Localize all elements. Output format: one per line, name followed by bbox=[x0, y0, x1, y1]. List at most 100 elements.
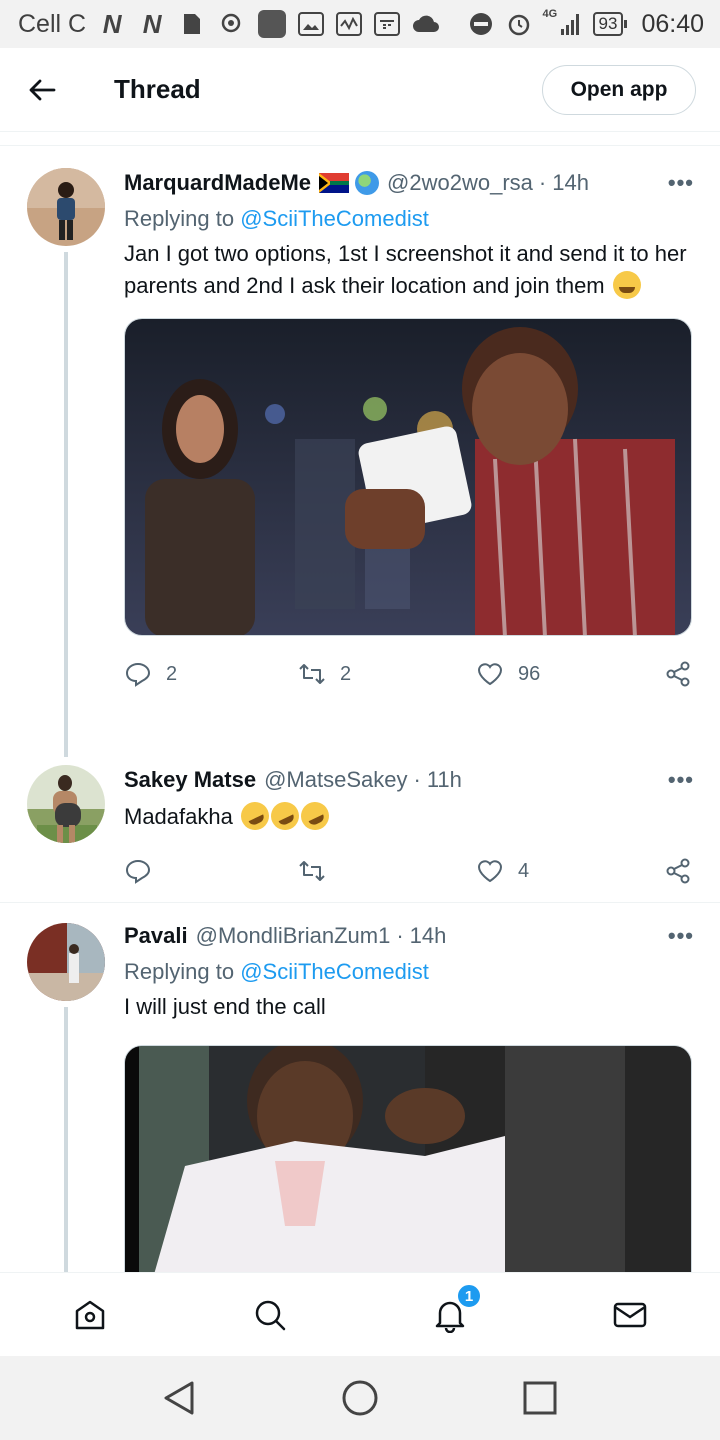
tweet-body: Pavali @MondliBrianZum1 · 14h ••• Replyi… bbox=[124, 923, 694, 1272]
tweet-image[interactable] bbox=[124, 1045, 692, 1272]
rolling-laughing-emoji-icon bbox=[266, 797, 304, 835]
reply-button[interactable] bbox=[124, 857, 166, 885]
recents-square-icon[interactable] bbox=[520, 1378, 560, 1418]
reply-icon bbox=[125, 859, 151, 884]
alarm-icon bbox=[505, 10, 533, 38]
status-icons-right: 4G 93 06:40 bbox=[467, 8, 704, 39]
replying-to: Replying to @SciiTheComedist bbox=[124, 959, 694, 985]
replying-to-label: Replying to bbox=[124, 206, 235, 231]
display-name[interactable]: Sakey Matse bbox=[124, 767, 256, 793]
tweet-body: MarquardMadeMe @2wo2wo_rsa · 14h ••• Rep… bbox=[124, 170, 694, 694]
sneezing-face-emoji-icon bbox=[612, 271, 641, 299]
n-icon: N bbox=[102, 8, 122, 39]
timestamp[interactable]: 14h bbox=[552, 170, 589, 196]
more-options-button[interactable]: ••• bbox=[668, 923, 694, 949]
like-count: 4 bbox=[518, 859, 530, 882]
status-bar: Cell C N N 4G 93 06:40 bbox=[0, 0, 720, 48]
mail-icon bbox=[613, 1302, 647, 1328]
timestamp[interactable]: 14h bbox=[410, 923, 447, 949]
tweet-meta: Pavali @MondliBrianZum1 · 14h ••• bbox=[124, 923, 694, 949]
timestamp[interactable]: 11h bbox=[427, 767, 462, 793]
like-count: 96 bbox=[518, 662, 541, 685]
tweet-sakey-matse[interactable]: Sakey Matse @MatseSakey · 11h ••• Madafa… bbox=[0, 755, 720, 900]
meta-separator: · bbox=[413, 767, 421, 792]
signal-icon: 4G bbox=[542, 8, 583, 38]
home-icon bbox=[75, 1300, 105, 1330]
more-options-button[interactable]: ••• bbox=[668, 170, 694, 196]
heart-icon bbox=[477, 860, 503, 883]
home-circle-icon[interactable] bbox=[340, 1378, 380, 1418]
south-africa-flag-icon bbox=[319, 173, 350, 193]
notification-badge: 1 bbox=[456, 1283, 482, 1309]
cloud-icon bbox=[412, 10, 440, 38]
explore-nav-button[interactable] bbox=[250, 1295, 290, 1335]
rolling-laughing-emoji-icon bbox=[236, 797, 274, 835]
share-icon bbox=[666, 661, 690, 687]
tweet-image[interactable] bbox=[124, 318, 692, 636]
search-icon bbox=[255, 1300, 286, 1331]
share-icon bbox=[666, 858, 690, 884]
carrier-label: Cell C bbox=[18, 9, 87, 38]
retweet-icon bbox=[299, 861, 325, 881]
mention-link[interactable]: @SciiTheComedist bbox=[240, 959, 429, 984]
app-icon bbox=[258, 10, 287, 38]
thread-line bbox=[64, 1007, 68, 1272]
calendar-icon bbox=[374, 12, 401, 36]
tweet-meta: MarquardMadeMe @2wo2wo_rsa · 14h ••• bbox=[124, 170, 694, 196]
home-nav-button[interactable] bbox=[70, 1295, 110, 1335]
tweet-text-content: Madafakha bbox=[124, 804, 233, 829]
retweet-icon bbox=[299, 664, 325, 684]
tweet-marquardmademe[interactable]: MarquardMadeMe @2wo2wo_rsa · 14h ••• Rep… bbox=[0, 150, 720, 757]
back-triangle-icon[interactable] bbox=[160, 1378, 200, 1418]
display-name[interactable]: MarquardMadeMe bbox=[124, 170, 311, 196]
gallery-icon bbox=[298, 12, 325, 36]
reply-icon bbox=[125, 662, 151, 687]
tweet-pavali[interactable]: Pavali @MondliBrianZum1 · 14h ••• Replyi… bbox=[0, 903, 720, 1272]
more-options-button[interactable]: ••• bbox=[668, 767, 694, 793]
arrow-left-icon bbox=[29, 79, 56, 100]
back-button[interactable] bbox=[22, 70, 62, 110]
open-app-button[interactable]: Open app bbox=[542, 65, 696, 115]
like-button[interactable]: 96 bbox=[476, 660, 540, 688]
replying-to: Replying to @SciiTheComedist bbox=[124, 206, 694, 232]
tweet-text: I will just end the call bbox=[124, 994, 326, 1019]
tweet-meta: Sakey Matse @MatseSakey · 11h ••• bbox=[124, 767, 694, 793]
reply-count: 2 bbox=[166, 662, 178, 685]
share-button[interactable] bbox=[664, 660, 692, 688]
tweet-actions: 2 2 96 bbox=[124, 654, 694, 694]
like-button[interactable]: 4 bbox=[476, 857, 529, 885]
handle[interactable]: @2wo2wo_rsa bbox=[387, 170, 533, 196]
handle[interactable]: @MondliBrianZum1 bbox=[196, 923, 391, 949]
retweet-button[interactable]: 2 bbox=[298, 660, 351, 688]
avatar[interactable] bbox=[27, 765, 105, 843]
bottom-nav: 1 bbox=[0, 1272, 720, 1356]
display-name[interactable]: Pavali bbox=[124, 923, 188, 949]
meta-separator: · bbox=[538, 170, 547, 195]
mention-link[interactable]: @SciiTheComedist bbox=[240, 206, 429, 231]
page-title: Thread bbox=[114, 74, 201, 104]
avatar[interactable] bbox=[27, 923, 105, 1001]
tweet-actions: 4 bbox=[124, 851, 694, 891]
meta-separator: · bbox=[396, 923, 404, 948]
retweet-count: 2 bbox=[340, 662, 352, 685]
retweet-button[interactable] bbox=[298, 857, 340, 885]
notifications-nav-button[interactable]: 1 bbox=[430, 1283, 482, 1335]
tweet-text: Jan I got two options, 1st I screenshot … bbox=[124, 238, 694, 302]
location-icon bbox=[218, 10, 246, 38]
battery-indicator: 93 bbox=[592, 12, 628, 36]
clock: 06:40 bbox=[641, 9, 704, 38]
status-icons-left: N N bbox=[98, 8, 440, 39]
tweet-body: Sakey Matse @MatseSakey · 11h ••• Madafa… bbox=[124, 767, 694, 891]
globe-icon bbox=[355, 171, 380, 195]
reply-button[interactable]: 2 bbox=[124, 660, 177, 688]
avatar[interactable] bbox=[27, 168, 105, 246]
tweet-text: Madafakha bbox=[124, 797, 694, 835]
messages-nav-button[interactable] bbox=[610, 1295, 650, 1335]
tweet-text-content: Jan I got two options, 1st I screenshot … bbox=[124, 241, 687, 298]
system-nav-bar bbox=[0, 1356, 720, 1440]
header-divider bbox=[0, 132, 720, 146]
handle[interactable]: @MatseSakey bbox=[264, 767, 407, 793]
share-button[interactable] bbox=[664, 857, 692, 885]
network-label: 4G bbox=[542, 8, 558, 20]
replying-to-label: Replying to bbox=[124, 959, 235, 984]
